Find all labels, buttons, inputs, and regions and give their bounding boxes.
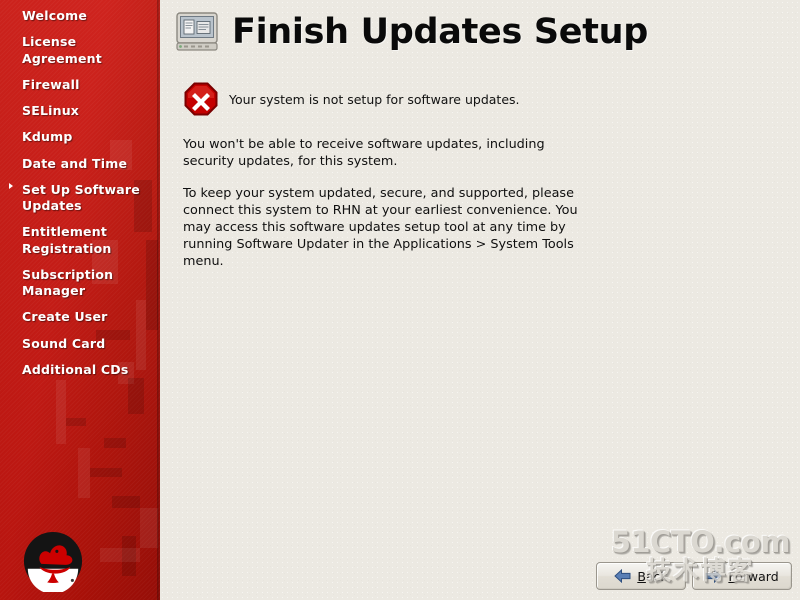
forward-button[interactable]: Forward <box>692 562 792 590</box>
sidebar-item-label: Sound Card <box>22 335 106 351</box>
back-button[interactable]: Back <box>596 562 686 590</box>
button-bar: Back Forward <box>596 562 792 590</box>
sidebar-item-create-user[interactable]: Create User <box>0 307 160 327</box>
sidebar-item-label: Subscription Manager <box>22 266 114 298</box>
arrow-right-icon <box>705 569 723 583</box>
sidebar: Welcome License Agreement Firewall SELin… <box>0 0 160 600</box>
red-hat-shadowman-logo <box>23 531 83 592</box>
sidebar-item-label: Kdump <box>22 129 73 145</box>
body-paragraph: To keep your system updated, secure, and… <box>183 186 578 269</box>
sidebar-item-selinux[interactable]: SELinux <box>0 101 160 121</box>
back-button-mnemonic: B <box>637 568 646 584</box>
sidebar-item-label: SELinux <box>22 103 80 118</box>
sidebar-item-kdump[interactable]: Kdump <box>0 127 160 147</box>
content-pane: Finish Updates Setup Your system is not … <box>160 0 800 600</box>
sidebar-item-license-agreement[interactable]: License Agreement <box>0 32 160 69</box>
sidebar-item-label: Welcome <box>22 8 88 23</box>
back-button-label-suffix: ack <box>645 568 668 584</box>
back-button-label: Back <box>637 569 667 584</box>
sidebar-item-subscription-manager[interactable]: Subscription Manager <box>0 265 160 302</box>
monitor-icon <box>176 12 218 51</box>
sidebar-item-label: Create User <box>22 309 108 325</box>
sidebar-item-label: Additional CDs <box>22 361 129 377</box>
body-text: You won't be able to receive software up… <box>183 136 581 270</box>
sidebar-item-sound-card[interactable]: Sound Card <box>0 334 160 354</box>
watermark-line1: 51CTO.com <box>610 524 791 559</box>
sidebar-item-welcome[interactable]: Welcome <box>0 6 160 26</box>
sidebar-item-label: Firewall <box>22 76 80 92</box>
status-row: Your system is not setup for software up… <box>184 82 520 116</box>
sidebar-nav: Welcome License Agreement Firewall SELin… <box>0 6 160 386</box>
forward-button-label: Forward <box>728 569 778 584</box>
selected-arrow-icon <box>9 182 13 189</box>
page-title: Finish Updates Setup <box>232 12 649 52</box>
status-message: Your system is not setup for software up… <box>229 91 520 107</box>
error-octagon-icon <box>184 82 218 116</box>
arrow-left-icon <box>614 569 631 583</box>
page-header: Finish Updates Setup <box>176 12 648 52</box>
sidebar-item-label: Date and Time <box>22 155 128 171</box>
body-paragraph: You won't be able to receive software up… <box>183 137 545 169</box>
sidebar-item-label: License Agreement <box>22 34 102 66</box>
sidebar-item-label: Set Up Software Updates <box>22 181 140 213</box>
sidebar-item-entitlement-registration[interactable]: Entitlement Registration <box>0 222 160 259</box>
firstboot-window: Welcome License Agreement Firewall SELin… <box>0 0 800 600</box>
sidebar-item-set-up-software-updates[interactable]: Set Up Software Updates <box>0 180 160 217</box>
sidebar-item-date-and-time[interactable]: Date and Time <box>0 154 160 174</box>
sidebar-item-label: Entitlement Registration <box>22 224 112 256</box>
sidebar-item-firewall[interactable]: Firewall <box>0 75 160 95</box>
forward-button-label-suffix: orward <box>735 568 779 584</box>
sidebar-item-additional-cds[interactable]: Additional CDs <box>0 360 160 380</box>
